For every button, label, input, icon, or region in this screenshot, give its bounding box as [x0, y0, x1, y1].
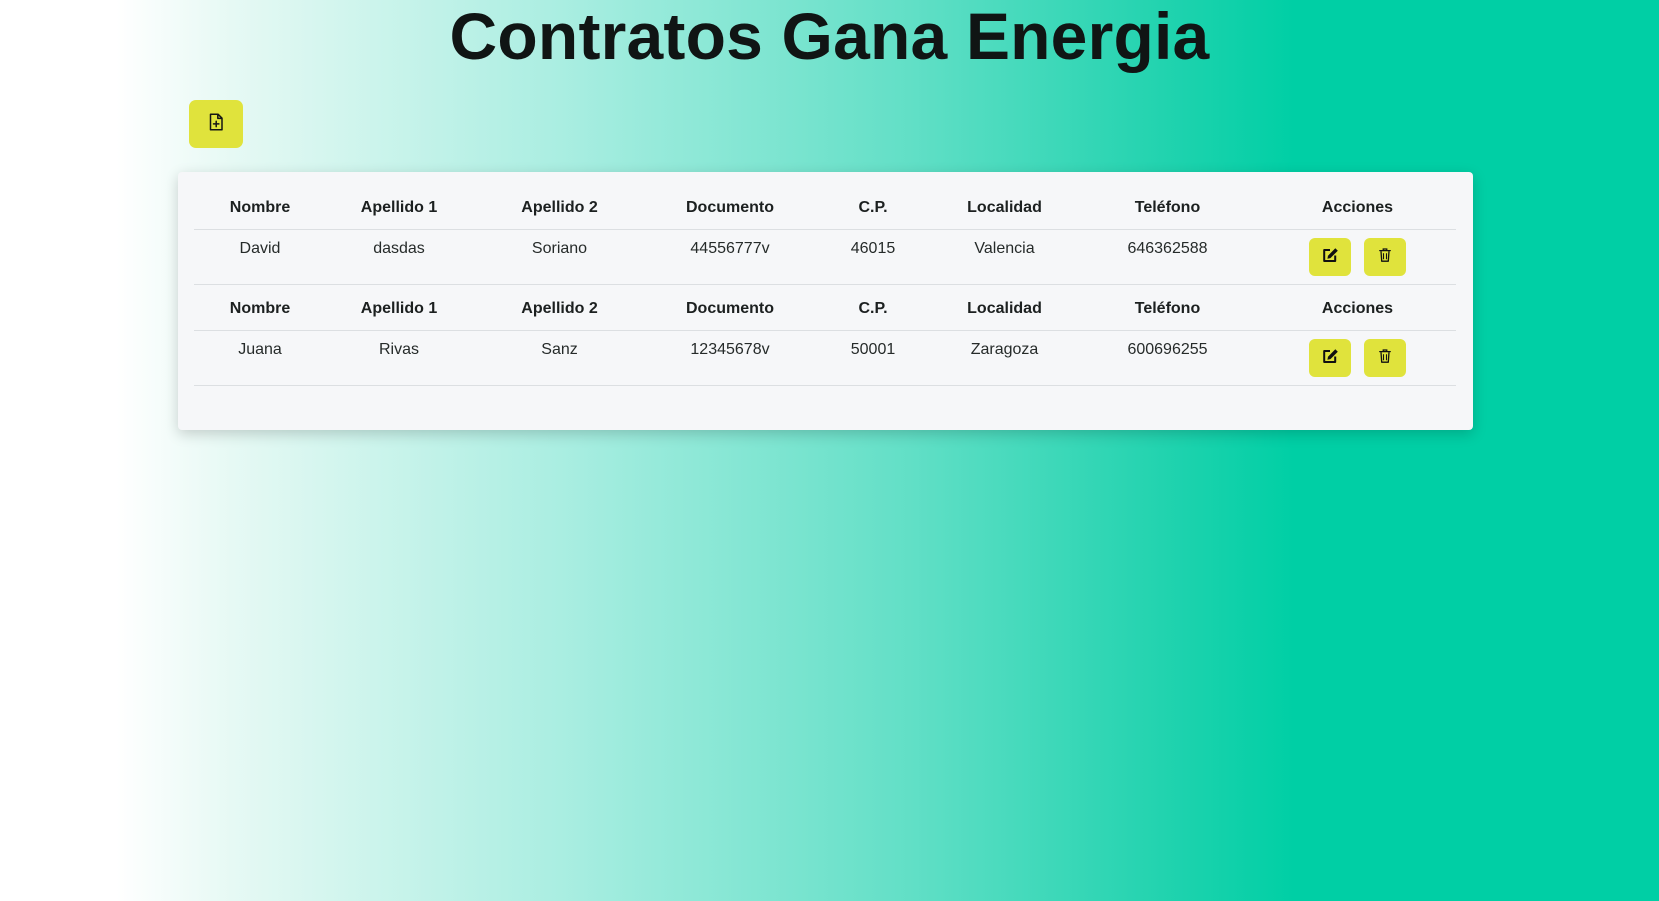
- header-apellido-2: Apellido 2: [472, 284, 647, 331]
- header-apellido-1: Apellido 1: [326, 284, 472, 331]
- trash-icon: [1379, 348, 1391, 368]
- page-title: Contratos Gana Energia: [449, 0, 1210, 73]
- table-row: Juana Rivas Sanz 12345678v 50001 Zaragoz…: [194, 330, 1456, 386]
- cell-localidad: Zaragoza: [933, 330, 1076, 386]
- cell-documento: 12345678v: [647, 330, 813, 386]
- header-acciones: Acciones: [1259, 186, 1456, 230]
- contracts-table: Nombre Apellido 1 Apellido 2 Documento C…: [194, 186, 1456, 386]
- file-plus-icon: [208, 112, 224, 136]
- header-nombre: Nombre: [194, 284, 326, 331]
- delete-button[interactable]: [1364, 339, 1406, 377]
- header-localidad: Localidad: [933, 186, 1076, 230]
- cell-apellido-1: dasdas: [326, 229, 472, 285]
- header-apellido-2: Apellido 2: [472, 186, 647, 230]
- cell-telefono: 600696255: [1076, 330, 1259, 386]
- header-apellido-1: Apellido 1: [326, 186, 472, 230]
- header-telefono: Teléfono: [1076, 284, 1259, 331]
- edit-button[interactable]: [1309, 339, 1351, 377]
- cell-telefono: 646362588: [1076, 229, 1259, 285]
- cell-nombre: Juana: [194, 330, 326, 386]
- cell-apellido-2: Soriano: [472, 229, 647, 285]
- header-acciones: Acciones: [1259, 284, 1456, 331]
- cell-acciones: [1259, 229, 1456, 285]
- edit-icon: [1322, 348, 1339, 369]
- delete-button[interactable]: [1364, 238, 1406, 276]
- cell-documento: 44556777v: [647, 229, 813, 285]
- cell-nombre: David: [194, 229, 326, 285]
- contracts-card: Nombre Apellido 1 Apellido 2 Documento C…: [178, 172, 1473, 430]
- header-cp: C.P.: [813, 186, 933, 230]
- cell-apellido-1: Rivas: [326, 330, 472, 386]
- cell-cp: 46015: [813, 229, 933, 285]
- cell-localidad: Valencia: [933, 229, 1076, 285]
- table-row: David dasdas Soriano 44556777v 46015 Val…: [194, 229, 1456, 285]
- header-documento: Documento: [647, 186, 813, 230]
- cell-apellido-2: Sanz: [472, 330, 647, 386]
- edit-icon: [1322, 247, 1339, 268]
- header-telefono: Teléfono: [1076, 186, 1259, 230]
- header-cp: C.P.: [813, 284, 933, 331]
- cell-cp: 50001: [813, 330, 933, 386]
- edit-button[interactable]: [1309, 238, 1351, 276]
- new-contract-button[interactable]: [189, 100, 243, 148]
- header-nombre: Nombre: [194, 186, 326, 230]
- trash-icon: [1379, 247, 1391, 267]
- header-localidad: Localidad: [933, 284, 1076, 331]
- cell-acciones: [1259, 330, 1456, 386]
- header-documento: Documento: [647, 284, 813, 331]
- table-header-row: Nombre Apellido 1 Apellido 2 Documento C…: [194, 186, 1456, 230]
- table-header-row: Nombre Apellido 1 Apellido 2 Documento C…: [194, 284, 1456, 331]
